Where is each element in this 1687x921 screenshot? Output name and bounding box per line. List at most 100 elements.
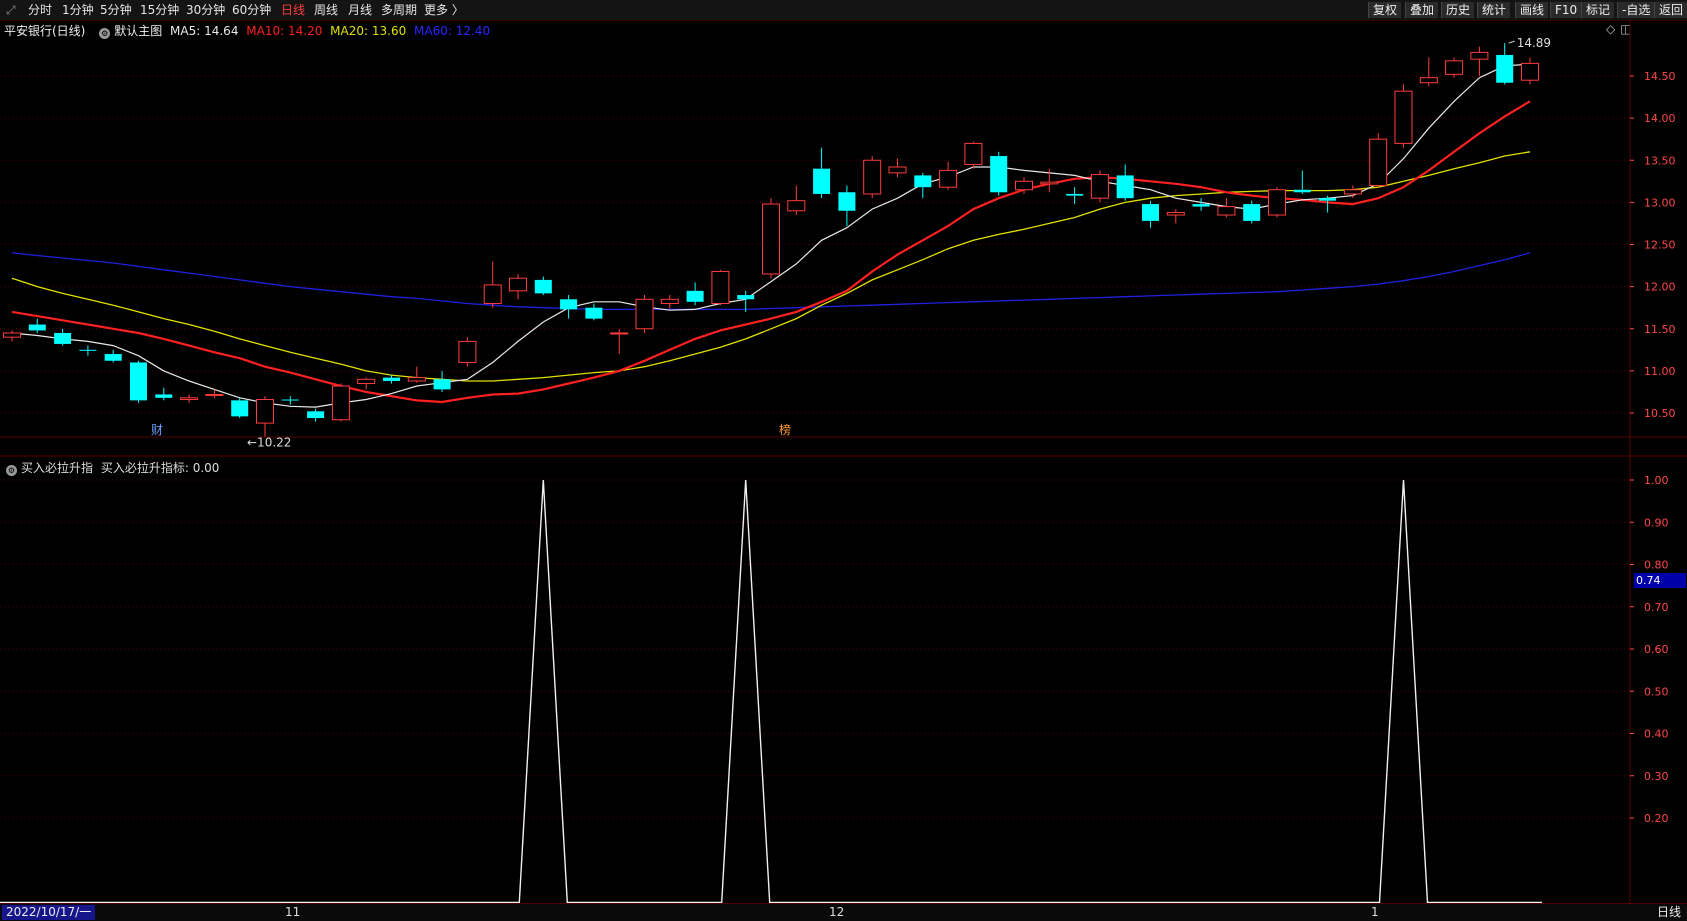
candle-body-up: [1343, 189, 1362, 195]
candle-body-down: [534, 279, 552, 294]
price-axis-label: 11.00: [1644, 365, 1676, 378]
candle-body-down: [686, 290, 704, 302]
candle-body-up: [180, 397, 199, 401]
candle-body-up: [1369, 138, 1388, 187]
indicator-axis-label: 0.80: [1644, 559, 1669, 572]
indicator-axis-label: 0.40: [1644, 728, 1669, 741]
indicator-axis-label: 1.00: [1644, 474, 1669, 487]
date-tick-nov: 11: [285, 905, 301, 919]
candle-body-down: [1142, 204, 1159, 221]
period-tab-9[interactable]: 多周期: [381, 3, 417, 17]
expand-icon[interactable]: ⤢: [6, 3, 16, 17]
candle-body-down: [104, 354, 122, 361]
toolbar-button-6[interactable]: 标记: [1581, 2, 1615, 18]
toolbar-button-0[interactable]: 复权: [1368, 2, 1402, 18]
period-tab-10[interactable]: 更多 〉: [424, 3, 464, 17]
candle-body-up: [610, 332, 629, 335]
candle-body-down: [737, 295, 755, 300]
candle-body-up: [1268, 189, 1286, 216]
indicator-axis-label: 0.50: [1644, 685, 1669, 698]
candle-body-down: [433, 379, 451, 390]
candle-body-down: [28, 324, 46, 331]
candle-body-down: [1243, 204, 1261, 221]
toolbar-button-4[interactable]: 画线: [1515, 2, 1549, 18]
candle-body-up: [635, 298, 654, 330]
candle-body-up: [888, 166, 907, 174]
candle-body-down: [155, 394, 173, 398]
indicator-axis-label: 0.30: [1644, 770, 1669, 783]
candle-body-up: [1470, 51, 1489, 60]
period-tab-7[interactable]: 周线: [314, 3, 338, 17]
period-tab-3[interactable]: 15分钟: [140, 3, 179, 17]
candle-body-up: [762, 203, 780, 275]
period-tab-4[interactable]: 30分钟: [186, 3, 225, 17]
candle-body-down: [585, 307, 603, 319]
candle-body-up: [1445, 60, 1464, 75]
candle-body-down: [307, 411, 325, 419]
candle-body-up: [787, 200, 806, 212]
toolbar-button-1[interactable]: 叠加: [1405, 2, 1439, 18]
period-tab-2[interactable]: 5分钟: [100, 3, 132, 17]
candle-body-down: [231, 400, 249, 417]
toolbar-button-5[interactable]: F10: [1550, 2, 1582, 18]
date-tick-dec: 12: [829, 905, 845, 919]
candle-body-up: [205, 393, 224, 396]
indicator-axis-label: 0.70: [1644, 601, 1669, 614]
candle-body-down: [560, 299, 578, 310]
candle-body-up: [1521, 62, 1539, 81]
candle-body-up: [964, 142, 983, 165]
candle-body-up: [1166, 211, 1185, 216]
kline-chart[interactable]: 14.50 14.00 13.50 13.00 12.50 12.00 11.50 11.00…: [0, 20, 1687, 903]
period-button[interactable]: 日线: [1657, 905, 1681, 920]
indicator-axis-label: 0.90: [1644, 516, 1669, 529]
candle-body-up: [660, 298, 679, 304]
candle-body-up: [1090, 174, 1109, 199]
indicator-legend: ⚙ 买入必拉升指 买入必拉升指标: 0.00: [0, 459, 220, 476]
indicator-value: 买入必拉升指标: 0.00: [100, 461, 220, 475]
toolbar-button-2[interactable]: 历史: [1441, 2, 1475, 18]
low-price-label: ←10.22: [247, 436, 291, 450]
candle-body-up: [331, 385, 350, 421]
candle-body-down: [130, 362, 147, 401]
price-axis-label: 12.00: [1644, 281, 1676, 294]
toolbar-button-8[interactable]: 返回: [1654, 2, 1687, 18]
candle-body-down: [914, 175, 932, 188]
date-start-label: 2022/10/17/一: [2, 905, 96, 920]
candle-body-up: [357, 378, 376, 385]
price-axis-label: 14.00: [1644, 112, 1676, 125]
indicator-name[interactable]: 买入必拉升指: [21, 461, 93, 475]
candle-body-down: [838, 192, 856, 211]
period-tab-6[interactable]: 日线: [281, 3, 305, 17]
candle-body-up: [3, 332, 21, 338]
candle-body-up: [1419, 77, 1438, 84]
high-price-label: 14.89: [1517, 36, 1551, 50]
price-axis-label: 13.50: [1644, 154, 1676, 167]
date-axis: 2022/10/17/一 11 12 1 日线: [0, 903, 1687, 921]
candle-body-up: [1015, 180, 1033, 191]
price-axis-label: 12.50: [1644, 239, 1676, 252]
period-tab-5[interactable]: 60分钟: [232, 3, 271, 17]
candle-body-up: [863, 159, 882, 195]
candle-body-down: [1066, 193, 1084, 196]
toolbar-button-7[interactable]: -自选: [1617, 2, 1655, 18]
period-tab-1[interactable]: 1分钟: [62, 3, 94, 17]
period-tab-8[interactable]: 月线: [348, 3, 372, 17]
indicator-line: [0, 479, 1542, 903]
date-tick-jan: 1: [1371, 905, 1379, 919]
candle-body-down: [79, 349, 97, 351]
price-axis-label: 11.50: [1644, 323, 1676, 336]
indicator-axis-label: 0.60: [1644, 643, 1669, 656]
price-axis-label: 10.50: [1644, 407, 1676, 420]
candle-body-down: [54, 332, 72, 344]
candle-body-up: [939, 169, 958, 188]
period-tab-0[interactable]: 分时: [28, 3, 52, 17]
high-pointer: [1508, 40, 1515, 44]
candle-body-up: [407, 377, 426, 382]
candle-body-up: [483, 284, 502, 304]
price-axis-label: 13.00: [1644, 196, 1676, 209]
candle-body-up: [711, 270, 730, 304]
indicator-settings-icon[interactable]: ⚙: [6, 465, 17, 476]
toolbar-button-3[interactable]: 统计: [1477, 2, 1511, 18]
candle-body-down: [990, 156, 1008, 193]
indicator-axis-label: 0.20: [1644, 812, 1669, 825]
